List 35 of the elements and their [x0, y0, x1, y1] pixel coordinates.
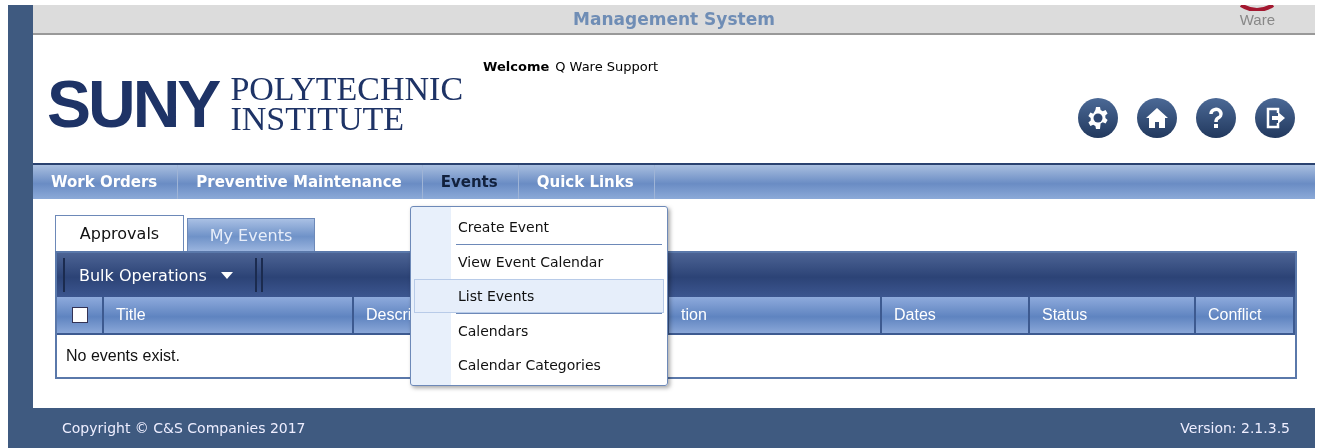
menu-item[interactable]: Calendar Categories	[414, 348, 664, 382]
menu-item[interactable]: View Event Calendar	[414, 245, 664, 279]
logo-subtitle: POLYTECHNIC	[230, 74, 464, 104]
nav-item[interactable]: Quick Links	[518, 165, 655, 199]
column-header[interactable]: Status	[1030, 297, 1196, 335]
nav-item[interactable]: Preventive Maintenance	[178, 165, 423, 199]
column-header[interactable]: tion	[669, 297, 882, 335]
logo-subtitle: INSTITUTE	[230, 104, 406, 134]
menu-item[interactable]: List Events	[414, 279, 664, 313]
user-name: Q Ware Support	[555, 59, 659, 74]
settings-button[interactable]	[1078, 98, 1118, 138]
help-button[interactable]	[1196, 98, 1236, 138]
caret-icon	[220, 271, 233, 279]
menu-item[interactable]: Create Event	[414, 210, 664, 244]
nav-item[interactable]: Events	[422, 165, 519, 199]
settings-icon	[1086, 106, 1110, 130]
column-header[interactable]: Title	[104, 297, 354, 335]
welcome-label: Welcome	[483, 59, 550, 74]
logo-text: Ware	[1239, 13, 1275, 27]
select-all-checkbox[interactable]	[71, 307, 88, 323]
menu-item[interactable]: Calendars	[414, 314, 664, 348]
column-header[interactable]: Conflict	[1196, 297, 1295, 335]
copyright-text: Copyright © C&S Companies 2017	[62, 420, 306, 436]
logout-button[interactable]	[1255, 98, 1295, 138]
nav-item[interactable]: Work Orders	[33, 165, 179, 199]
home-icon	[1145, 106, 1169, 130]
tab[interactable]: My Events	[187, 218, 315, 251]
app-title: Management System	[573, 9, 775, 29]
column-header[interactable]: Dates	[882, 297, 1030, 335]
bulk-operations-button[interactable]: Bulk Operations	[63, 258, 257, 292]
tab[interactable]: Approvals	[55, 215, 184, 251]
version-text: Version: 2.1.3.5	[1180, 420, 1290, 436]
logo-wordmark: SUNY	[47, 66, 219, 142]
empty-message: No events exist.	[66, 347, 180, 365]
home-button[interactable]	[1137, 98, 1177, 138]
